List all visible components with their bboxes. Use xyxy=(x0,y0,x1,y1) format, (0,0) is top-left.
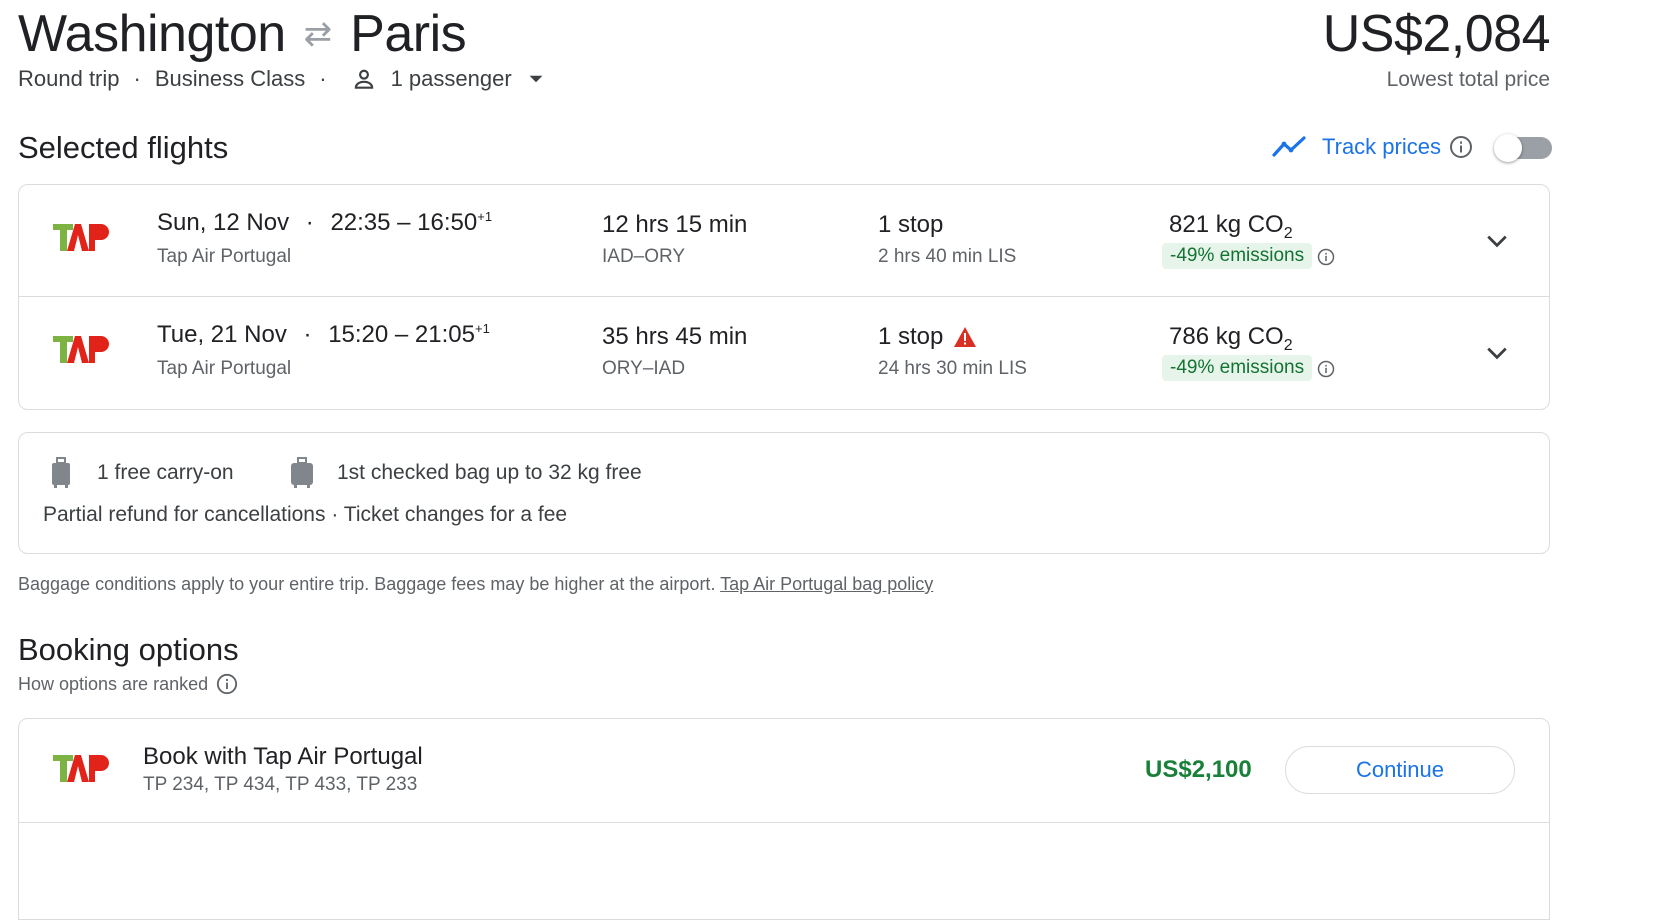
tap-airline-logo xyxy=(53,336,109,363)
selected-flights-card: Sun, 12 Nov · 22:35 – 16:50+1 Tap Air Po… xyxy=(18,184,1550,410)
warning-icon[interactable] xyxy=(953,326,977,348)
flight-numbers: TP 234, TP 434, TP 433, TP 233 xyxy=(143,774,418,795)
ranking-label: How options are ranked xyxy=(18,673,209,694)
swap-arrows-icon: ⇄ xyxy=(303,15,333,53)
flight-date-time: Sun, 12 Nov · 22:35 – 16:50+1 xyxy=(157,209,492,237)
total-price: US$2,084 xyxy=(1322,5,1551,63)
co2-amount: 786 kg CO2 xyxy=(1169,323,1293,355)
stop-count: 1 stop xyxy=(878,211,944,238)
checked-bag-icon xyxy=(291,457,313,488)
flight-times: 22:35 – 16:50 xyxy=(330,209,478,236)
cabin-class: Business Class xyxy=(154,66,306,91)
info-icon[interactable] xyxy=(1317,360,1335,378)
trend-line-icon xyxy=(1272,136,1306,157)
flight-route: IAD–ORY xyxy=(602,246,686,267)
track-prices-button[interactable]: Track prices xyxy=(1272,134,1473,160)
tap-airline-logo xyxy=(53,755,109,782)
stop-count-group: 1 stop xyxy=(878,323,977,351)
chevron-down-icon[interactable] xyxy=(1482,338,1512,368)
row-divider xyxy=(19,822,1549,823)
flight-row[interactable]: Tue, 21 Nov · 15:20 – 21:05+1 Tap Air Po… xyxy=(19,297,1549,408)
day-offset: +1 xyxy=(475,321,490,336)
flight-date: Sun, 12 Nov xyxy=(157,209,290,236)
checked-bag-text: 1st checked bag up to 32 kg free xyxy=(337,461,642,484)
trip-meta: Round trip · Business Class · 1 passenge… xyxy=(18,66,544,92)
booking-option-card: Book with Tap Air Portugal TP 234, TP 43… xyxy=(18,718,1550,920)
route-title: Washington ⇄ Paris xyxy=(18,4,467,64)
flight-route: ORY–IAD xyxy=(602,358,686,379)
baggage-note: Baggage conditions apply to your entire … xyxy=(18,574,933,595)
flight-duration: 35 hrs 45 min xyxy=(602,323,748,350)
flight-date: Tue, 21 Nov xyxy=(157,321,287,348)
booking-price: US$2,100 xyxy=(1145,756,1252,783)
co2-value: 786 kg CO xyxy=(1169,323,1284,350)
co2-amount: 821 kg CO2 xyxy=(1169,211,1293,243)
info-icon[interactable] xyxy=(1449,135,1473,159)
separator-dot: · xyxy=(303,321,312,348)
trip-type: Round trip xyxy=(18,66,120,91)
emissions-badge: -49% emissions xyxy=(1162,243,1313,269)
flight-date-time: Tue, 21 Nov · 15:20 – 21:05+1 xyxy=(157,321,490,349)
co2-subscript: 2 xyxy=(1283,224,1293,242)
emissions-badge: -49% emissions xyxy=(1162,355,1313,381)
info-icon xyxy=(217,673,238,695)
separator-dot: · xyxy=(305,209,314,236)
baggage-note-text: Baggage conditions apply to your entire … xyxy=(18,574,716,594)
price-label: Lowest total price xyxy=(1386,68,1550,91)
booking-option-title: Book with Tap Air Portugal xyxy=(143,743,423,770)
layover-info: 24 hrs 30 min LIS xyxy=(878,358,1027,379)
track-prices-label: Track prices xyxy=(1322,134,1441,159)
selected-flights-title: Selected flights xyxy=(18,130,229,165)
chevron-down-icon[interactable] xyxy=(1482,226,1512,256)
dropdown-arrow-icon xyxy=(529,75,543,83)
flight-times: 15:20 – 21:05 xyxy=(328,321,475,348)
separator-dot: · xyxy=(319,66,327,91)
continue-button[interactable]: Continue xyxy=(1285,746,1515,794)
booking-options-title: Booking options xyxy=(18,632,239,667)
info-icon[interactable] xyxy=(1317,248,1335,266)
passenger-selector[interactable]: 1 passenger xyxy=(351,66,544,92)
separator-dot: · xyxy=(133,66,141,91)
bag-policy-link[interactable]: Tap Air Portugal bag policy xyxy=(720,574,933,594)
baggage-card: 1 free carry-on 1st checked bag up to 32… xyxy=(18,432,1550,554)
co2-subscript: 2 xyxy=(1283,336,1293,354)
person-icon xyxy=(354,69,373,89)
tap-airline-logo xyxy=(53,224,109,251)
airline-name: Tap Air Portugal xyxy=(157,246,292,267)
destination-city: Paris xyxy=(350,5,467,63)
airline-name: Tap Air Portugal xyxy=(157,358,292,379)
stop-count: 1 stop xyxy=(878,323,944,350)
ranking-info[interactable]: How options are ranked xyxy=(18,673,238,695)
toggle-knob xyxy=(1494,134,1522,162)
flight-row[interactable]: Sun, 12 Nov · 22:35 – 16:50+1 Tap Air Po… xyxy=(19,185,1549,296)
layover-info: 2 hrs 40 min LIS xyxy=(878,246,1017,267)
carry-on-bag-icon xyxy=(52,457,70,488)
carry-on-text: 1 free carry-on xyxy=(97,461,234,484)
track-prices-toggle[interactable] xyxy=(1494,134,1552,162)
co2-value: 821 kg CO xyxy=(1169,211,1284,238)
flight-duration: 12 hrs 15 min xyxy=(602,211,748,238)
origin-city: Washington xyxy=(18,5,286,63)
passenger-count: 1 passenger xyxy=(390,66,512,91)
day-offset: +1 xyxy=(477,209,493,224)
fare-policy-text: Partial refund for cancellations · Ticke… xyxy=(43,503,568,526)
